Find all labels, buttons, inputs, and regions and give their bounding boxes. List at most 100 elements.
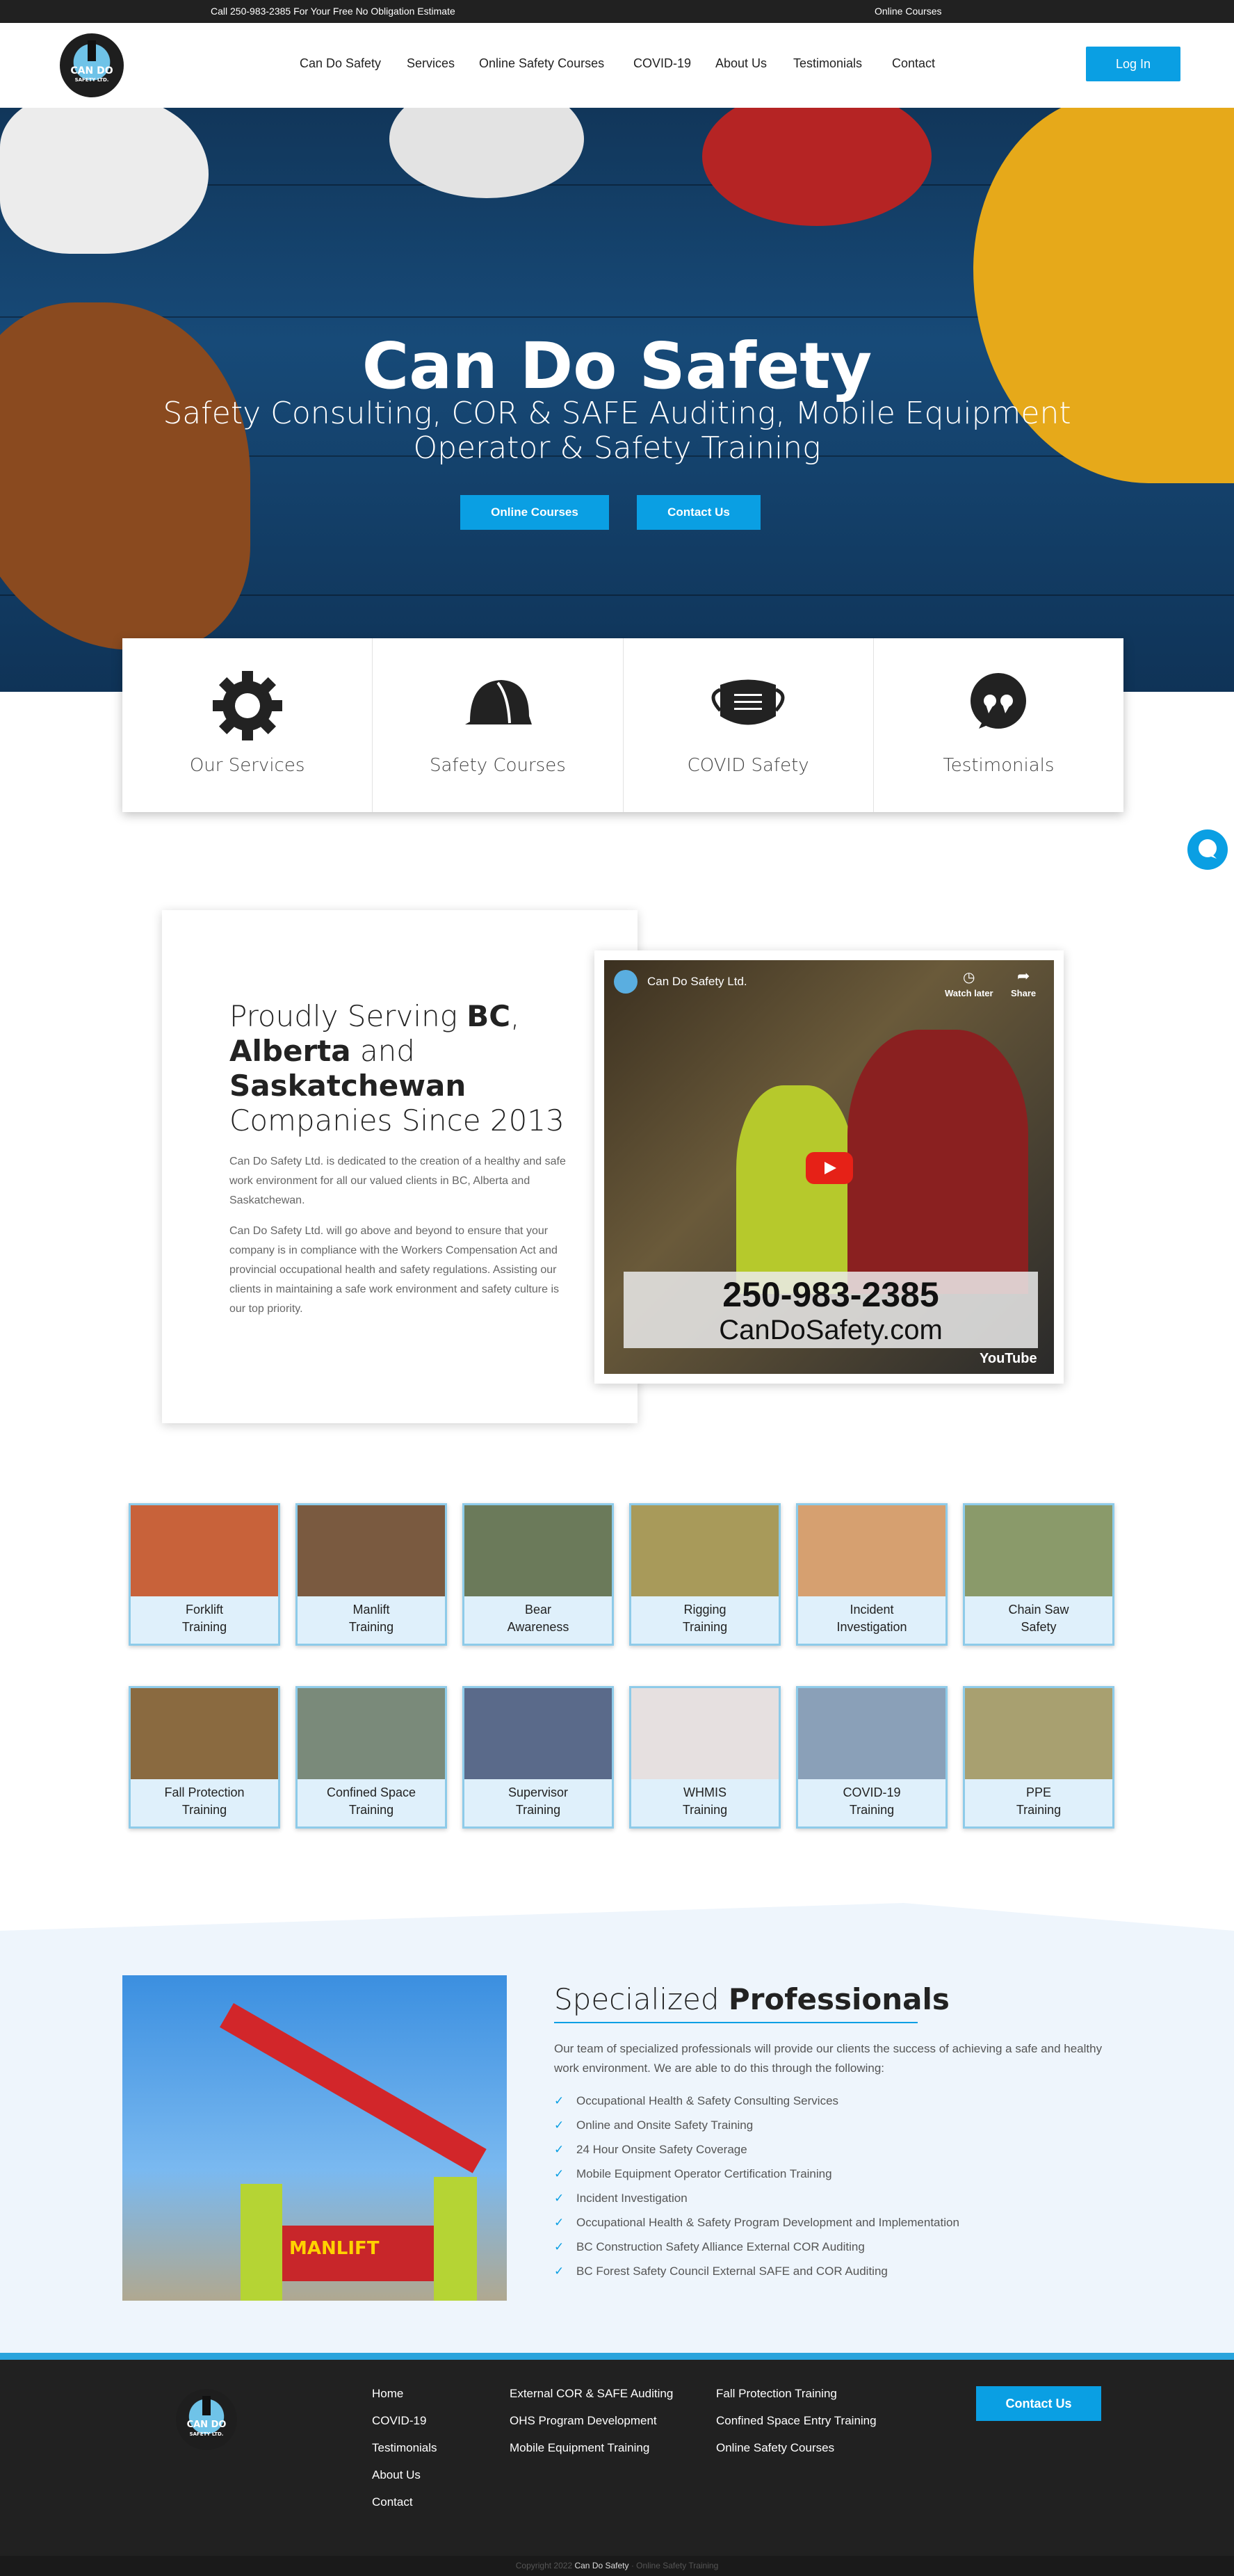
hero-online-courses-button[interactable]: Online Courses bbox=[460, 495, 609, 530]
video-site-text: CanDoSafety.com bbox=[719, 1315, 943, 1345]
hero-banner: Can Do Safety Safety Consulting, COR & S… bbox=[0, 108, 1234, 692]
card-label: Testimonials bbox=[943, 755, 1055, 776]
check-icon: ✓ bbox=[554, 2119, 565, 2132]
list-item: ✓ Incident Investigation bbox=[554, 2186, 959, 2210]
tile-forklift-training[interactable]: Forklift Training bbox=[129, 1503, 280, 1646]
card-safety-courses[interactable]: Safety Courses bbox=[373, 638, 624, 812]
footer-link-contact[interactable]: Contact bbox=[372, 2495, 437, 2522]
nav-services[interactable]: Services bbox=[407, 56, 455, 71]
video-channel-title[interactable]: Can Do Safety Ltd. bbox=[647, 975, 747, 989]
share-icon: ➦ bbox=[1017, 967, 1030, 985]
copyright-brand-link[interactable]: Can Do Safety bbox=[574, 2561, 628, 2570]
footer-link-testimonials[interactable]: Testimonials bbox=[372, 2441, 437, 2468]
tile-image bbox=[965, 1688, 1112, 1779]
list-item: ✓ BC Forest Safety Council External SAFE … bbox=[554, 2259, 959, 2283]
list-item: ✓ 24 Hour Onsite Safety Coverage bbox=[554, 2137, 959, 2162]
footer-link-home[interactable]: Home bbox=[372, 2387, 437, 2414]
tile-incident-investigation[interactable]: Incident Investigation bbox=[796, 1503, 948, 1646]
tile-label: Chain Saw Safety bbox=[1008, 1603, 1069, 1634]
specialized-heading: Specialized Professionals bbox=[554, 1982, 950, 2016]
about-paragraph-1: Can Do Safety Ltd. is dedicated to the c… bbox=[229, 1156, 566, 1206]
list-item: ✓ Occupational Health & Safety Program De… bbox=[554, 2210, 959, 2235]
tile-whmis-training[interactable]: WHMIS Training bbox=[629, 1686, 781, 1829]
logo-lighthouse-icon bbox=[202, 2396, 211, 2415]
manlift-base-text: MANLIFT bbox=[289, 2238, 380, 2259]
footer-link-online-courses[interactable]: Online Safety Courses bbox=[716, 2441, 877, 2468]
footer-link-confined-space[interactable]: Confined Space Entry Training bbox=[716, 2414, 877, 2441]
nav-covid-19[interactable]: COVID-19 bbox=[633, 56, 691, 71]
tile-label: Incident Investigation bbox=[836, 1603, 907, 1634]
footer-link-about-us[interactable]: About Us bbox=[372, 2468, 437, 2495]
share-label[interactable]: Share bbox=[1011, 988, 1036, 998]
tile-covid-19-training[interactable]: COVID-19 Training bbox=[796, 1686, 948, 1829]
tile-ppe-training[interactable]: PPE Training bbox=[963, 1686, 1114, 1829]
watch-later-label[interactable]: Watch later bbox=[945, 988, 993, 998]
footer-link-fall-protection[interactable]: Fall Protection Training bbox=[716, 2387, 877, 2414]
hero-title: Can Do Safety bbox=[362, 329, 872, 403]
tile-bear-awareness[interactable]: Bear Awareness bbox=[462, 1503, 614, 1646]
tile-label: Rigging Training bbox=[682, 1603, 728, 1634]
youtube-video-player[interactable]: Can Do Safety Ltd. ◷ ➦ Watch later Share… bbox=[604, 960, 1054, 1374]
quote-icon bbox=[971, 673, 1027, 729]
card-testimonials[interactable]: Testimonials bbox=[874, 638, 1123, 812]
video-play-button[interactable] bbox=[806, 1152, 853, 1184]
list-item: ✓ Online and Onsite Safety Training bbox=[554, 2113, 959, 2137]
tile-image bbox=[631, 1505, 779, 1596]
card-label: COVID Safety bbox=[687, 755, 809, 776]
heading-underline bbox=[554, 2022, 918, 2023]
hero-subtitle: Safety Consulting, COR & SAFE Auditing, … bbox=[163, 396, 1071, 466]
play-icon bbox=[825, 1162, 836, 1174]
footer-logo[interactable]: CAN DO SAFETY LTD. bbox=[176, 2389, 237, 2450]
youtube-logo[interactable]: YouTube bbox=[980, 1351, 1037, 1367]
check-icon: ✓ bbox=[554, 2167, 565, 2180]
footer-link-covid-19[interactable]: COVID-19 bbox=[372, 2414, 437, 2441]
nav-can-do-safety[interactable]: Can Do Safety bbox=[300, 56, 381, 71]
footer-links-col1: Home COVID-19 Testimonials About Us Cont… bbox=[372, 2387, 437, 2522]
tile-fall-protection-training[interactable]: Fall Protection Training bbox=[129, 1686, 280, 1829]
tile-supervisor-training[interactable]: Supervisor Training bbox=[462, 1686, 614, 1829]
tile-chain-saw-safety[interactable]: Chain Saw Safety bbox=[963, 1503, 1114, 1646]
nav-testimonials[interactable]: Testimonials bbox=[793, 56, 862, 71]
tile-image bbox=[298, 1688, 445, 1779]
card-label: Our Services bbox=[189, 755, 305, 776]
login-button[interactable]: Log In bbox=[1086, 47, 1180, 81]
worker-right bbox=[434, 2177, 477, 2301]
chat-widget-button[interactable] bbox=[1187, 829, 1228, 870]
card-our-services[interactable]: Our Services bbox=[122, 638, 373, 812]
hero-contact-button[interactable]: Contact Us bbox=[637, 495, 761, 530]
nav-online-safety-courses[interactable]: Online Safety Courses bbox=[479, 56, 604, 71]
online-courses-top-link[interactable]: Online Courses bbox=[875, 6, 942, 17]
nav-contact[interactable]: Contact bbox=[892, 56, 935, 71]
tile-image bbox=[798, 1505, 945, 1596]
tile-manlift-training[interactable]: Manlift Training bbox=[295, 1503, 447, 1646]
manlift-boom bbox=[220, 2003, 487, 2173]
copyright-text: Copyright 2022 bbox=[515, 2561, 575, 2570]
services-list: ✓ Occupational Health & Safety Consulting… bbox=[554, 2089, 959, 2283]
tile-image bbox=[965, 1505, 1112, 1596]
footer-contact-button[interactable]: Contact Us bbox=[976, 2386, 1101, 2421]
check-icon: ✓ bbox=[554, 2216, 565, 2229]
tile-image bbox=[464, 1505, 612, 1596]
check-icon: ✓ bbox=[554, 2094, 565, 2107]
worker-man-image bbox=[847, 1030, 1028, 1294]
list-item: ✓ Occupational Health & Safety Consulting… bbox=[554, 2089, 959, 2113]
tile-rigging-training[interactable]: Rigging Training bbox=[629, 1503, 781, 1646]
tile-image bbox=[298, 1505, 445, 1596]
dust-mask-image bbox=[0, 108, 209, 254]
site-logo[interactable]: CAN DO SAFETY LTD. bbox=[60, 33, 124, 97]
nav-about-us[interactable]: About Us bbox=[715, 56, 767, 71]
logo-subtext: SAFETY LTD. bbox=[189, 2431, 224, 2437]
footer-link-cor-auditing[interactable]: External COR & SAFE Auditing bbox=[510, 2387, 673, 2414]
gear-icon bbox=[212, 671, 282, 740]
tile-label: PPE Training bbox=[1016, 1785, 1062, 1817]
copyright-bar: Copyright 2022 Can Do Safety · Online Sa… bbox=[0, 2556, 1234, 2576]
logo-text: CAN DO bbox=[186, 2420, 227, 2430]
check-icon: ✓ bbox=[554, 2265, 565, 2278]
main-header: CAN DO SAFETY LTD. Can Do Safety Service… bbox=[0, 23, 1234, 108]
footer-link-ohs-program[interactable]: OHS Program Development bbox=[510, 2414, 673, 2441]
card-covid-safety[interactable]: COVID Safety bbox=[624, 638, 874, 812]
tile-confined-space-training[interactable]: Confined Space Training bbox=[295, 1686, 447, 1829]
footer-link-mobile-equipment[interactable]: Mobile Equipment Training bbox=[510, 2441, 673, 2468]
worker-left bbox=[241, 2184, 282, 2301]
check-icon: ✓ bbox=[554, 2192, 565, 2205]
